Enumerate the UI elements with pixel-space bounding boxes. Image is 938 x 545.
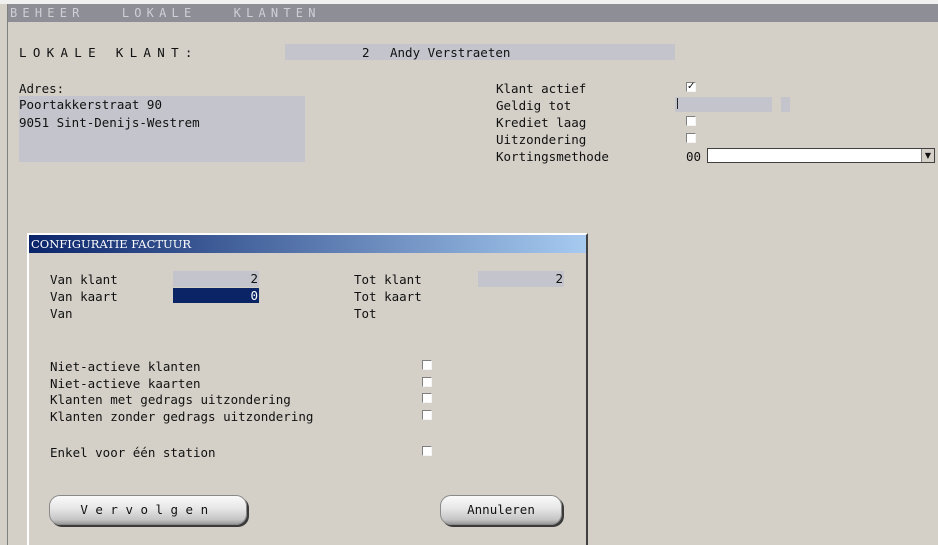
tot-klant-field[interactable]: 2 (478, 271, 564, 287)
geldig-tot-field[interactable] (675, 97, 772, 112)
krediet-laag-label: Krediet laag (496, 115, 587, 130)
configuratie-factuur-dialog: CONFIGURATIE FACTUUR Van klant 2 Tot kla… (27, 233, 588, 545)
customer-label: LOKALE KLANT: (19, 45, 199, 60)
uitzondering-label: Uitzondering (496, 132, 587, 147)
window-title-bar: BEHEER LOKALE KLANTEN (8, 4, 938, 22)
address-label: Adres: (19, 81, 65, 96)
text-cursor (677, 98, 678, 109)
single-station-label: Enkel voor één station (50, 445, 216, 460)
option-met-gedrags-uitzondering-label: Klanten met gedrags uitzondering (50, 392, 291, 407)
option-met-gedrags-uitzondering-checkbox[interactable] (422, 393, 432, 403)
address-field[interactable]: Poortakkerstraat 90 9051 Sint-Denijs-Wes… (19, 96, 305, 162)
customer-name: Andy Verstraeten (390, 45, 511, 60)
check-icon: ✓ (687, 81, 696, 92)
van-klant-label: Van klant (50, 272, 118, 287)
tot-label: Tot (354, 306, 377, 321)
van-label: Van (50, 306, 73, 321)
van-kaart-value: 0 (250, 288, 258, 303)
annuleren-button[interactable]: Annuleren (440, 495, 562, 525)
geldig-tot-extra-field[interactable] (781, 97, 790, 112)
van-klant-field[interactable]: 2 (173, 271, 259, 287)
window-title: BEHEER LOKALE KLANTEN (10, 6, 321, 20)
option-zonder-gedrags-uitzondering-label: Klanten zonder gedrags uitzondering (50, 409, 314, 424)
window-left-border (7, 4, 8, 545)
tot-klant-label: Tot klant (354, 272, 422, 287)
option-niet-actieve-klanten-label: Niet-actieve klanten (50, 359, 201, 374)
kortingsmethode-select[interactable]: ▼ (707, 148, 935, 163)
chevron-down-icon[interactable]: ▼ (921, 149, 934, 162)
van-klant-value: 2 (250, 271, 258, 286)
address-line-1: Poortakkerstraat 90 (19, 97, 162, 112)
vervolgen-label: Vervolgen (80, 502, 216, 517)
van-kaart-label: Van kaart (50, 289, 118, 304)
option-zonder-gedrags-uitzondering-checkbox[interactable] (422, 410, 432, 420)
single-station-checkbox[interactable] (422, 446, 432, 456)
vervolgen-button[interactable]: Vervolgen (49, 495, 247, 525)
klant-actief-label: Klant actief (496, 81, 587, 96)
dialog-title: CONFIGURATIE FACTUUR (31, 237, 192, 251)
krediet-laag-checkbox[interactable] (686, 116, 696, 126)
van-kaart-field[interactable]: 0 (173, 288, 259, 303)
tot-klant-value: 2 (555, 271, 563, 286)
option-niet-actieve-klanten-checkbox[interactable] (422, 360, 432, 370)
klant-actief-checkbox[interactable]: ✓ (686, 82, 696, 92)
address-line-2: 9051 Sint-Denijs-Westrem (19, 115, 200, 130)
kortingsmethode-label: Kortingsmethode (496, 149, 609, 164)
annuleren-label: Annuleren (467, 502, 535, 517)
tot-kaart-label: Tot kaart (354, 289, 422, 304)
option-niet-actieve-kaarten-label: Niet-actieve kaarten (50, 376, 201, 391)
uitzondering-checkbox[interactable] (686, 133, 696, 143)
option-niet-actieve-kaarten-checkbox[interactable] (422, 377, 432, 387)
geldig-tot-label: Geldig tot (496, 98, 572, 113)
kortingsmethode-code: 00 (686, 149, 702, 164)
customer-field[interactable]: 2 Andy Verstraeten (285, 44, 675, 60)
customer-number: 2 (362, 45, 370, 60)
dialog-title-bar: CONFIGURATIE FACTUUR (29, 235, 586, 253)
